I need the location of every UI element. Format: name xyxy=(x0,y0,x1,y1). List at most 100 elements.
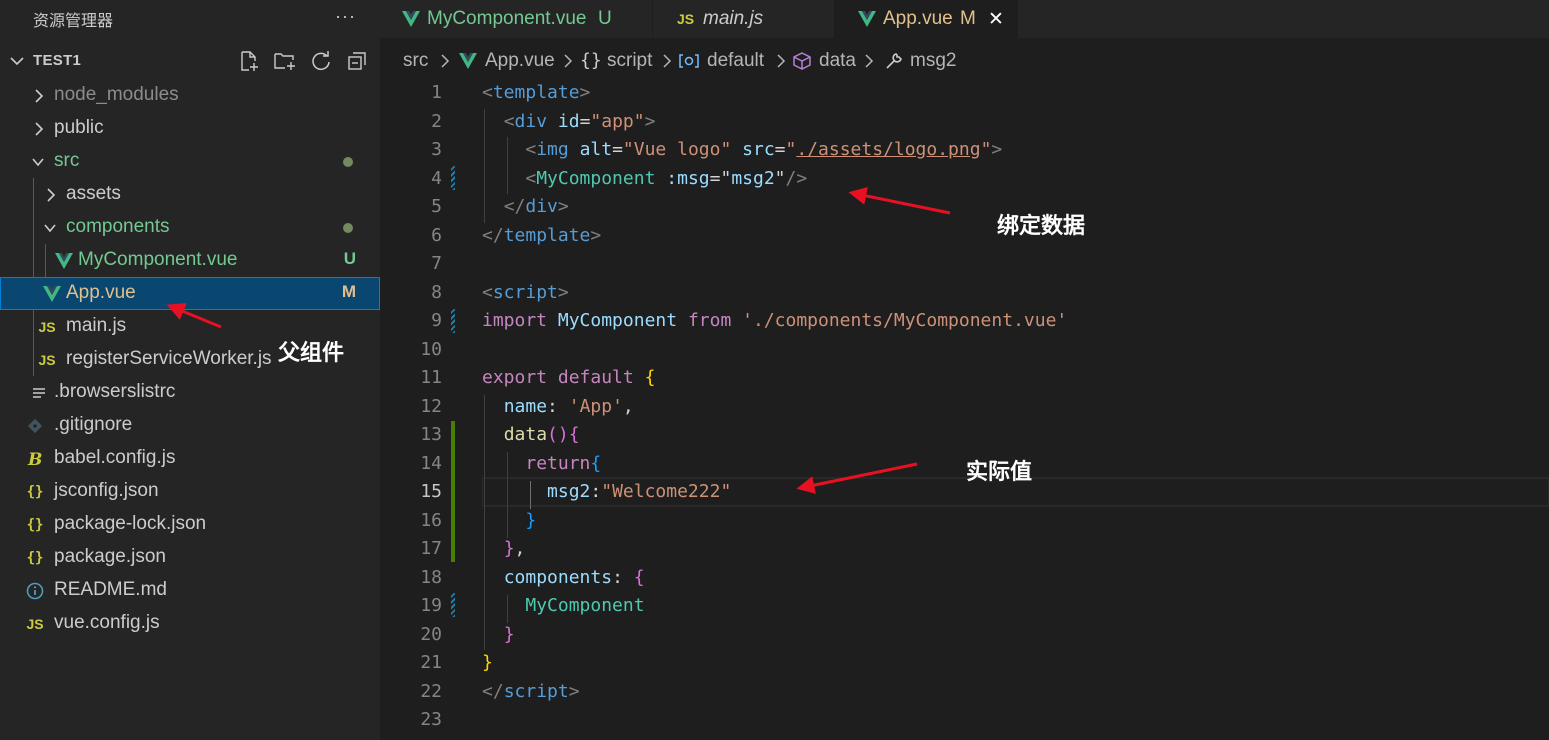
chevron-right-icon xyxy=(662,53,672,75)
modified-badge: M xyxy=(341,282,356,301)
tree-item-label: babel.config.js xyxy=(54,447,176,468)
line-number: 17 xyxy=(420,538,442,559)
tree-item-babel-config[interactable]: B babel.config.js xyxy=(0,442,380,475)
wrench-icon xyxy=(884,51,904,77)
tab-app-vue[interactable]: App.vue M ✕ xyxy=(834,0,1018,38)
chevron-right-icon xyxy=(563,53,573,75)
tab-mycomponent-vue[interactable]: MyComponent.vue U xyxy=(380,0,653,38)
tree-item-vue-config[interactable]: JS vue.config.js xyxy=(0,607,380,640)
json-icon: {} xyxy=(26,484,44,500)
tree-item-label: package-lock.json xyxy=(54,513,207,534)
modified-dot xyxy=(343,223,353,233)
tree-item-package-json[interactable]: {} package.json xyxy=(0,541,380,574)
tree-item-assets[interactable]: assets xyxy=(0,178,380,211)
chevron-right-icon xyxy=(440,53,450,75)
line-number: 4 xyxy=(431,168,442,189)
js-icon: JS xyxy=(38,352,56,368)
line-number: 3 xyxy=(431,139,442,160)
close-icon[interactable]: ✕ xyxy=(988,8,1004,31)
json-icon: {} xyxy=(26,517,44,533)
tree-item-label: vue.config.js xyxy=(54,612,160,633)
chevron-right-icon xyxy=(35,89,44,103)
line-number: 1 xyxy=(431,82,442,103)
tree-item-label: README.md xyxy=(54,579,167,600)
vue-icon xyxy=(402,11,420,33)
code-line-18: components: { xyxy=(503,567,645,588)
breadcrumb-msg2[interactable]: msg2 xyxy=(910,50,956,72)
explorer-title: 资源管理器 xyxy=(33,13,114,30)
chevron-down-icon xyxy=(44,224,56,233)
line-number: 22 xyxy=(420,681,442,702)
tree-item-components[interactable]: components xyxy=(0,211,380,244)
breadcrumb-file[interactable]: App.vue xyxy=(485,50,555,72)
js-icon: JS xyxy=(26,616,44,632)
breadcrumb-default[interactable]: default xyxy=(707,50,764,72)
line-number: 2 xyxy=(431,111,442,132)
workspace-section-header[interactable]: TEST1 xyxy=(0,46,380,76)
code-line-13: data(){ xyxy=(503,424,580,445)
tab-main-js[interactable]: JS main.js xyxy=(653,0,833,38)
line-number: 15 xyxy=(420,481,442,502)
collapse-all-icon[interactable] xyxy=(344,49,370,73)
tree-item-app-vue[interactable]: App.vue M xyxy=(0,277,380,310)
tree-item-label: .gitignore xyxy=(54,414,133,435)
tree-item-label: main.js xyxy=(66,315,127,336)
tree-item-public[interactable]: public xyxy=(0,112,380,145)
tree-item-jsconfig[interactable]: {} jsconfig.json xyxy=(0,475,380,508)
json-icon: {} xyxy=(26,550,44,566)
tree-item-gitignore[interactable]: .gitignore xyxy=(0,409,380,442)
tree-item-label: components xyxy=(66,216,170,237)
refresh-icon[interactable] xyxy=(308,49,334,73)
breadcrumb-src[interactable]: src xyxy=(403,50,428,72)
js-icon: JS xyxy=(38,319,56,335)
line-number: 20 xyxy=(420,624,442,645)
new-folder-icon[interactable] xyxy=(272,49,298,73)
line-number: 19 xyxy=(420,595,442,616)
explorer-sidebar: 资源管理器 ··· TEST1 node_modules public src xyxy=(0,0,380,740)
tree-item-label: registerServiceWorker.js xyxy=(66,348,272,369)
vue-icon xyxy=(459,53,477,75)
code-line-20: } xyxy=(503,624,515,645)
line-number: 14 xyxy=(420,453,442,474)
code-line-4: <MyComponent :msg="msg2"/> xyxy=(525,168,808,189)
gutter-modified-marker xyxy=(451,166,455,190)
tree-item-browserslistrc[interactable]: .browserslistrc xyxy=(0,376,380,409)
tree-item-label: assets xyxy=(66,183,121,204)
tree-item-label: MyComponent.vue xyxy=(78,249,238,270)
line-number: 8 xyxy=(431,282,442,303)
code-line-15: msg2:"Welcome222" xyxy=(547,481,732,502)
tree-item-label: package.json xyxy=(54,546,166,567)
chevron-down-icon xyxy=(32,158,44,167)
tree-item-mycomponent-vue[interactable]: MyComponent.vue U xyxy=(0,244,380,277)
chevron-down-icon xyxy=(10,57,24,66)
modified-dot xyxy=(343,157,353,167)
gutter-added-marker xyxy=(451,421,455,562)
code-line-8: <script> xyxy=(482,282,569,303)
braces-icon: {} xyxy=(580,50,602,71)
tree-item-package-lock[interactable]: {} package-lock.json xyxy=(0,508,380,541)
more-actions-icon[interactable]: ··· xyxy=(335,6,356,27)
breadcrumb-data[interactable]: data xyxy=(819,50,856,72)
code-line-16: } xyxy=(525,510,537,531)
chevron-right-icon xyxy=(47,188,56,202)
annotation-actual-value: 实际值 xyxy=(966,460,1033,485)
code-line-2: <div id="app"> xyxy=(503,111,656,132)
code-editor[interactable]: 1 2 3 4 5 6 7 8 9 10 11 12 13 14 15 16 1… xyxy=(380,78,1549,740)
tab-status: M xyxy=(960,8,976,29)
new-file-icon[interactable] xyxy=(236,49,262,73)
tree-item-label: App.vue xyxy=(66,282,136,303)
line-number: 12 xyxy=(420,396,442,417)
tree-item-label: src xyxy=(54,150,80,171)
line-number: 18 xyxy=(420,567,442,588)
tree-item-src[interactable]: src xyxy=(0,145,380,178)
tab-label: App.vue xyxy=(883,8,953,29)
tab-label: main.js xyxy=(703,8,764,29)
babel-icon: B xyxy=(24,449,46,469)
tree-item-node-modules[interactable]: node_modules xyxy=(0,79,380,112)
annotation-parent-component: 父组件 xyxy=(278,341,345,366)
vue-icon xyxy=(53,251,75,271)
tree-item-readme[interactable]: README.md xyxy=(0,574,380,607)
line-number: 13 xyxy=(420,424,442,445)
breadcrumb-script[interactable]: script xyxy=(607,50,652,72)
line-number: 10 xyxy=(420,339,442,360)
